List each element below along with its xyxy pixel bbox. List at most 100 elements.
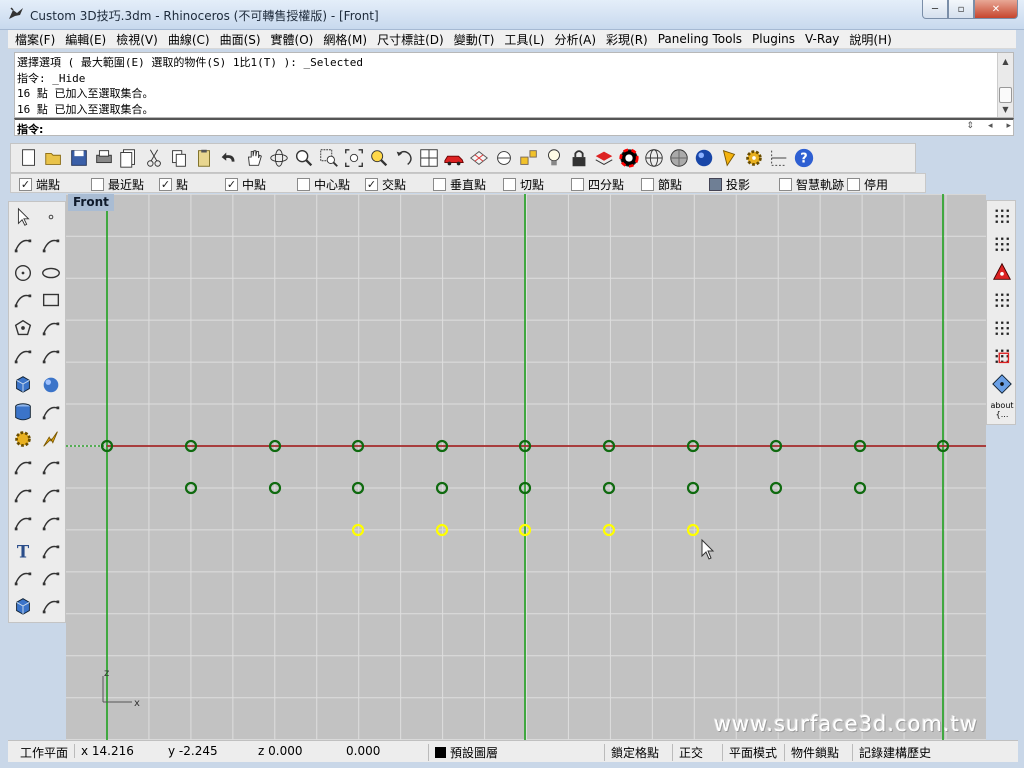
menu-item-9[interactable]: 工具(L) — [499, 31, 549, 48]
cplane-icon[interactable] — [492, 146, 516, 170]
menu-item-14[interactable]: V-Ray — [800, 32, 844, 46]
ungroup-icon[interactable] — [39, 483, 63, 507]
point-icon[interactable] — [39, 205, 63, 229]
split-icon[interactable] — [39, 455, 63, 479]
osnap-checkbox[interactable] — [847, 178, 860, 191]
curve-control-points-icon[interactable] — [39, 233, 63, 257]
osnap-checkbox[interactable] — [297, 178, 310, 191]
rebuild-curve-icon[interactable] — [39, 511, 63, 535]
osnap-option-6[interactable]: 垂直點 — [433, 176, 486, 193]
menu-item-10[interactable]: 分析(A) — [549, 31, 601, 48]
osnap-checkbox[interactable] — [433, 178, 446, 191]
menu-item-0[interactable]: 檔案(F) — [10, 31, 60, 48]
undo-icon[interactable] — [217, 146, 241, 170]
osnap-option-3[interactable]: ✓ 中點 — [225, 176, 266, 193]
status-planar[interactable]: 平面模式 — [722, 744, 777, 761]
light-icon[interactable] — [542, 146, 566, 170]
osnap-checkbox[interactable]: ✓ — [365, 178, 378, 191]
osnap-option-12[interactable]: 停用 — [847, 176, 888, 193]
osnap-option-1[interactable]: 最近點 — [91, 176, 144, 193]
extrude-surface-icon[interactable] — [39, 344, 63, 368]
points-box-icon[interactable] — [989, 343, 1015, 369]
osnap-icon[interactable] — [517, 146, 541, 170]
ellipse-icon[interactable] — [39, 261, 63, 285]
scroll-up-arrow-icon[interactable]: ▲ — [998, 53, 1013, 69]
rectangle-icon[interactable] — [39, 288, 63, 312]
sphere-solid-icon[interactable] — [39, 372, 63, 396]
zoom-extents-icon[interactable] — [342, 146, 366, 170]
polyline-icon[interactable] — [11, 233, 35, 257]
status-cplane[interactable]: 工作平面 — [20, 744, 68, 761]
right-arrow-icon[interactable]: ▸ — [1006, 121, 1011, 131]
select-arrow-icon[interactable] — [11, 205, 35, 229]
lock-icon[interactable] — [567, 146, 591, 170]
scroll-down-arrow-icon[interactable]: ▼ — [998, 101, 1013, 117]
layer-icon[interactable] — [592, 146, 616, 170]
menu-item-15[interactable]: 說明(H) — [844, 31, 896, 48]
osnap-checkbox[interactable] — [91, 178, 104, 191]
grid-icon[interactable] — [467, 146, 491, 170]
osnap-option-11[interactable]: 智慧軌跡 — [779, 176, 844, 193]
close-button[interactable]: ✕ — [974, 0, 1018, 19]
polygon-icon[interactable] — [11, 316, 35, 340]
menu-item-11[interactable]: 彩現(R) — [601, 31, 653, 48]
car-icon[interactable] — [442, 146, 466, 170]
render-box-icon[interactable] — [11, 594, 35, 618]
menu-item-6[interactable]: 網格(M) — [318, 31, 372, 48]
osnap-option-7[interactable]: 切點 — [503, 176, 544, 193]
four-viewports-icon[interactable] — [417, 146, 441, 170]
shaded-icon[interactable] — [667, 146, 691, 170]
join-curve-icon[interactable] — [11, 511, 35, 535]
point-grid-icon[interactable] — [989, 203, 1015, 229]
menu-item-5[interactable]: 實體(O) — [266, 31, 319, 48]
move-icon[interactable] — [39, 539, 63, 563]
menu-item-13[interactable]: Plugins — [747, 32, 800, 46]
osnap-checkbox[interactable]: ✓ — [225, 178, 238, 191]
triangle-points-icon[interactable] — [989, 259, 1015, 285]
osnap-checkbox[interactable] — [709, 178, 722, 191]
menu-item-2[interactable]: 檢視(V) — [111, 31, 163, 48]
group-icon[interactable] — [11, 483, 35, 507]
open-icon[interactable] — [42, 146, 66, 170]
points-array-icon[interactable] — [989, 315, 1015, 341]
osnap-option-5[interactable]: ✓ 交點 — [365, 176, 406, 193]
command-history[interactable]: 選擇選項 ( 最大範圍(E) 選取的物件(S) 1比1(T) ): _Selec… — [14, 52, 1014, 118]
title-bar[interactable]: Custom 3D技巧.3dm - Rhinoceros (不可轉售授權版) -… — [0, 0, 1024, 30]
osnap-checkbox[interactable]: ✓ — [159, 178, 172, 191]
surface-from-points-icon[interactable] — [11, 344, 35, 368]
menu-item-3[interactable]: 曲線(C) — [163, 31, 215, 48]
spin-icon[interactable]: ⇕ — [966, 121, 974, 131]
save-icon[interactable] — [67, 146, 91, 170]
osnap-option-4[interactable]: 中心點 — [297, 176, 350, 193]
osnap-option-9[interactable]: 節點 — [641, 176, 682, 193]
explode-icon[interactable] — [39, 427, 63, 451]
osnap-checkbox[interactable]: ✓ — [19, 178, 32, 191]
about-plugin-label[interactable]: about {... — [988, 401, 1016, 419]
menu-item-1[interactable]: 編輯(E) — [60, 31, 111, 48]
dimension-icon[interactable] — [767, 146, 791, 170]
osnap-option-2[interactable]: ✓ 點 — [159, 176, 188, 193]
left-arrow-icon[interactable]: ◂ — [988, 121, 993, 131]
status-grid-snap[interactable]: 鎖定格點 — [604, 744, 659, 761]
points-diamond-icon[interactable] — [989, 371, 1015, 397]
rotate-view-icon[interactable] — [267, 146, 291, 170]
point-cloud-icon[interactable] — [989, 231, 1015, 257]
viewport-canvas[interactable]: zx — [66, 194, 986, 740]
rendered-icon[interactable] — [692, 146, 716, 170]
circle-icon[interactable] — [11, 261, 35, 285]
paint-icon[interactable] — [717, 146, 741, 170]
print-icon[interactable] — [92, 146, 116, 170]
status-osnap[interactable]: 物件鎖點 — [784, 744, 839, 761]
dimension-linear-icon[interactable] — [39, 594, 63, 618]
array-icon[interactable] — [11, 566, 35, 590]
menu-item-8[interactable]: 變動(T) — [449, 31, 500, 48]
copy-icon[interactable] — [167, 146, 191, 170]
command-line[interactable]: 指令: ⇕ ◂ ▸ — [14, 118, 1014, 136]
paste-icon[interactable] — [192, 146, 216, 170]
cylinder-solid-icon[interactable] — [11, 400, 35, 424]
undo-view-icon[interactable] — [392, 146, 416, 170]
front-viewport[interactable]: zx Front www.surface3d.com.tw — [66, 194, 986, 740]
osnap-option-0[interactable]: ✓ 端點 — [19, 176, 60, 193]
status-layer[interactable]: 預設圖層 — [428, 744, 498, 761]
zoom-selected-icon[interactable] — [367, 146, 391, 170]
